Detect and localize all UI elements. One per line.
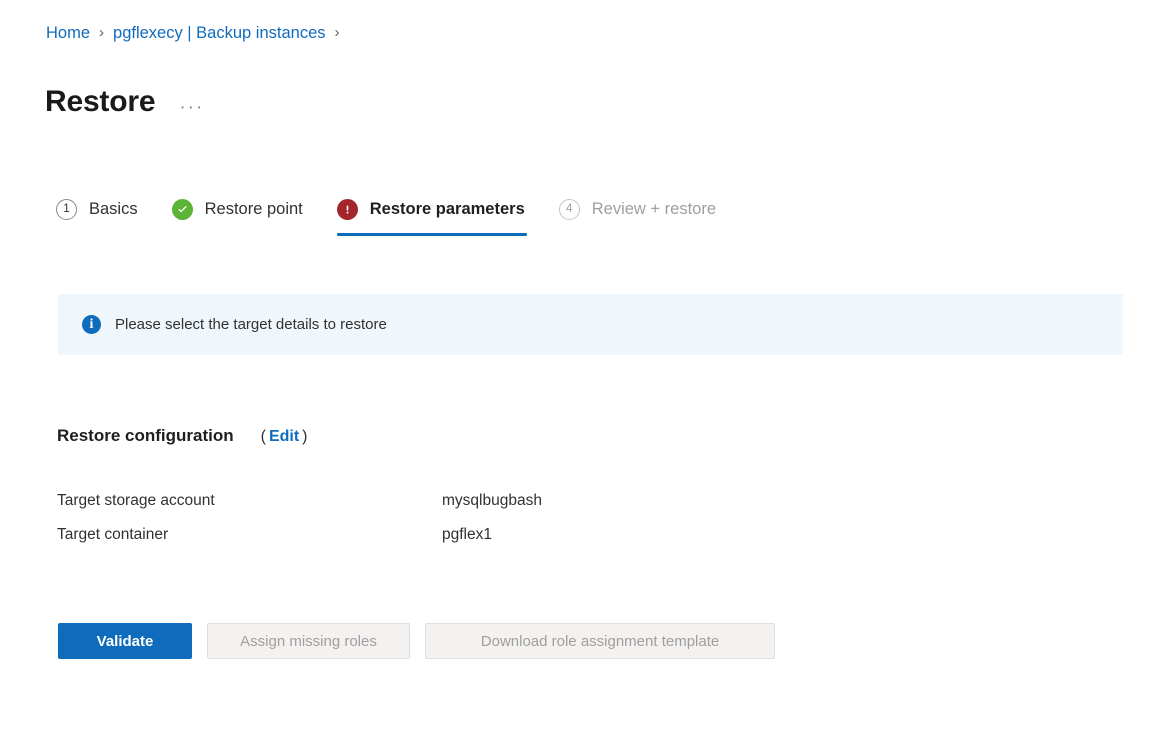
detail-label: Target container xyxy=(57,526,169,543)
more-actions-icon[interactable]: ··· xyxy=(179,89,204,117)
restore-wizard-page: Home › pgflexecy | Backup instances › Re… xyxy=(0,0,1150,736)
wizard-step-restore-parameters[interactable]: Restore parameters xyxy=(336,190,527,236)
wizard-step-label: Restore point xyxy=(204,200,303,218)
wizard-step-restore-point[interactable]: Restore point xyxy=(171,190,303,228)
wizard-step-basics[interactable]: 1 Basics xyxy=(56,190,138,228)
number-circle-icon: 4 xyxy=(558,198,580,220)
wizard-step-label: Basics xyxy=(89,200,138,218)
wizard-step-label: Review + restore xyxy=(591,200,717,218)
download-role-assignment-template-button[interactable]: Download role assignment template xyxy=(425,623,775,659)
page-title: Restore xyxy=(45,85,156,119)
breadcrumb-separator-trailing-icon: › xyxy=(334,24,340,41)
breadcrumb-item-home[interactable]: Home xyxy=(46,22,90,44)
step-active-underline xyxy=(336,233,527,236)
restore-configuration-header: Restore configuration (Edit) xyxy=(57,424,308,447)
edit-configuration-group: (Edit) xyxy=(261,428,308,446)
info-banner-message: Please select the target details to rest… xyxy=(115,315,387,333)
detail-row-target-container: Target container pgflex1 xyxy=(57,524,857,546)
breadcrumb-item-backup-instances[interactable]: pgflexecy | Backup instances xyxy=(113,22,326,44)
close-paren: ) xyxy=(302,428,308,445)
breadcrumb-separator-icon: › xyxy=(99,24,105,41)
number-circle-icon: 1 xyxy=(56,198,77,220)
detail-row-target-storage-account: Target storage account mysqlbugbash xyxy=(57,490,857,512)
info-circle-icon: i xyxy=(82,315,101,334)
action-button-row: Validate Assign missing roles Download r… xyxy=(58,623,775,659)
restore-configuration-details: Target storage account mysqlbugbash Targ… xyxy=(57,490,857,558)
assign-missing-roles-button[interactable]: Assign missing roles xyxy=(207,623,410,659)
wizard-step-nav: 1 Basics Restore point Restore parameter… xyxy=(56,190,716,236)
check-circle-icon xyxy=(171,198,193,220)
error-circle-icon xyxy=(336,198,358,220)
breadcrumb: Home › pgflexecy | Backup instances › xyxy=(46,22,349,44)
info-banner: i Please select the target details to re… xyxy=(58,294,1123,355)
detail-label: Target storage account xyxy=(57,492,215,509)
detail-value: pgflex1 xyxy=(442,526,492,543)
wizard-step-label: Restore parameters xyxy=(369,200,525,218)
edit-link[interactable]: Edit xyxy=(266,428,302,445)
section-title: Restore configuration xyxy=(57,426,234,445)
validate-button[interactable]: Validate xyxy=(58,623,192,659)
page-header: Restore ··· xyxy=(45,64,204,140)
detail-value: mysqlbugbash xyxy=(442,492,542,509)
wizard-step-review-restore[interactable]: 4 Review + restore xyxy=(558,190,717,228)
